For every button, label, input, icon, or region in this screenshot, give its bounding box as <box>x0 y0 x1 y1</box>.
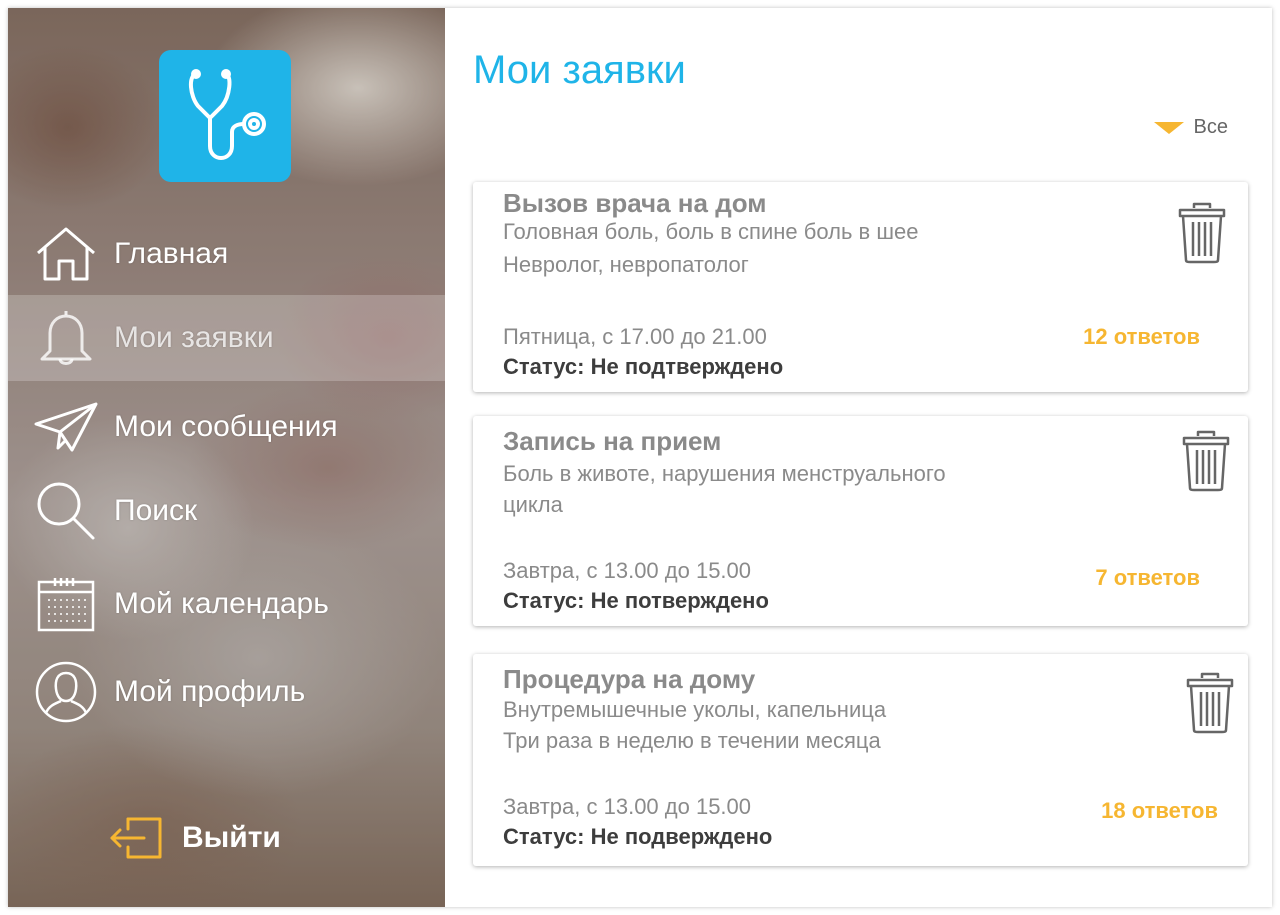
request-status: Статус: Не потверждено <box>503 588 769 613</box>
sidebar-item-label: Мои сообщения <box>114 410 338 443</box>
request-description: Головная боль, боль в спине боль в шее Н… <box>503 216 1063 280</box>
sidebar-item-label: Мой календарь <box>114 587 329 620</box>
profile-icon <box>34 660 98 724</box>
request-time: Завтра, с 13.00 до 15.00 <box>503 794 752 819</box>
request-title: Процедура на дому <box>503 664 756 694</box>
sidebar: Главная Мои заявки Мои сообщения Поиск М… <box>8 8 445 907</box>
request-title: Вызов врача на дом <box>503 188 767 218</box>
sidebar-item-my-profile[interactable]: Мой профиль <box>8 649 445 735</box>
search-icon <box>34 479 98 543</box>
sidebar-item-label: Главная <box>114 237 229 270</box>
paper-plane-icon <box>34 395 98 459</box>
request-description-line: Три раза в неделю в течении месяца <box>503 728 881 753</box>
logout-label: Выйти <box>182 821 281 854</box>
answers-count[interactable]: 7 ответов <box>1095 565 1200 591</box>
answers-count[interactable]: 18 ответов <box>1101 798 1218 824</box>
home-icon <box>34 222 98 286</box>
sidebar-item-label: Мои заявки <box>114 321 274 354</box>
logout-button[interactable]: Выйти <box>108 808 281 868</box>
sidebar-item-home[interactable]: Главная <box>8 211 445 297</box>
request-card[interactable]: Вызов врача на дом Головная боль, боль в… <box>473 182 1248 392</box>
request-card[interactable]: Процедура на дому Внутремышечные уколы, … <box>473 654 1248 866</box>
request-description-line: цикла <box>503 492 563 517</box>
answers-count[interactable]: 12 ответов <box>1083 324 1200 350</box>
sidebar-item-label: Мой профиль <box>114 675 306 708</box>
filter-label: Все <box>1193 116 1228 138</box>
logout-icon <box>110 817 162 859</box>
bell-icon <box>34 306 98 370</box>
triangle-down-icon <box>1153 121 1184 134</box>
calendar-icon <box>34 572 98 636</box>
filter-dropdown[interactable]: Все <box>1153 116 1228 139</box>
request-description-line: Боль в животе, нарушения менструального <box>503 461 946 486</box>
request-time: Пятница, с 17.00 до 21.00 <box>503 324 767 349</box>
sidebar-item-my-requests[interactable]: Мои заявки <box>8 295 445 381</box>
stethoscope-icon <box>189 69 266 160</box>
sidebar-item-search[interactable]: Поиск <box>8 468 445 554</box>
request-card[interactable]: Запись на прием Боль в животе, нарушения… <box>473 416 1248 626</box>
page-title: Мои заявки <box>473 48 686 92</box>
trash-icon[interactable] <box>1182 430 1230 492</box>
request-description: Внутремышечные уколы, капельница Три раз… <box>503 694 1063 756</box>
request-title: Запись на прием <box>503 426 722 456</box>
request-description-line: Невролог, невропатолог <box>503 252 749 277</box>
request-description-line: Головная боль, боль в спине боль в шее <box>503 219 919 244</box>
app-logo <box>159 50 291 182</box>
request-description: Боль в животе, нарушения менструального … <box>503 458 1063 520</box>
trash-icon[interactable] <box>1178 202 1226 264</box>
request-status: Статус: Не подверждено <box>503 824 773 849</box>
request-description-line: Внутремышечные уколы, капельница <box>503 697 887 722</box>
main-content: Мои заявки Все Вызов врача на дом Головн… <box>445 8 1272 907</box>
sidebar-item-label: Поиск <box>114 494 198 527</box>
request-time: Завтра, с 13.00 до 15.00 <box>503 558 752 583</box>
request-status: Статус: Не подтверждено <box>503 354 784 379</box>
sidebar-item-my-calendar[interactable]: Мой календарь <box>8 561 445 647</box>
trash-icon[interactable] <box>1186 672 1234 734</box>
sidebar-item-my-messages[interactable]: Мои сообщения <box>8 384 445 470</box>
